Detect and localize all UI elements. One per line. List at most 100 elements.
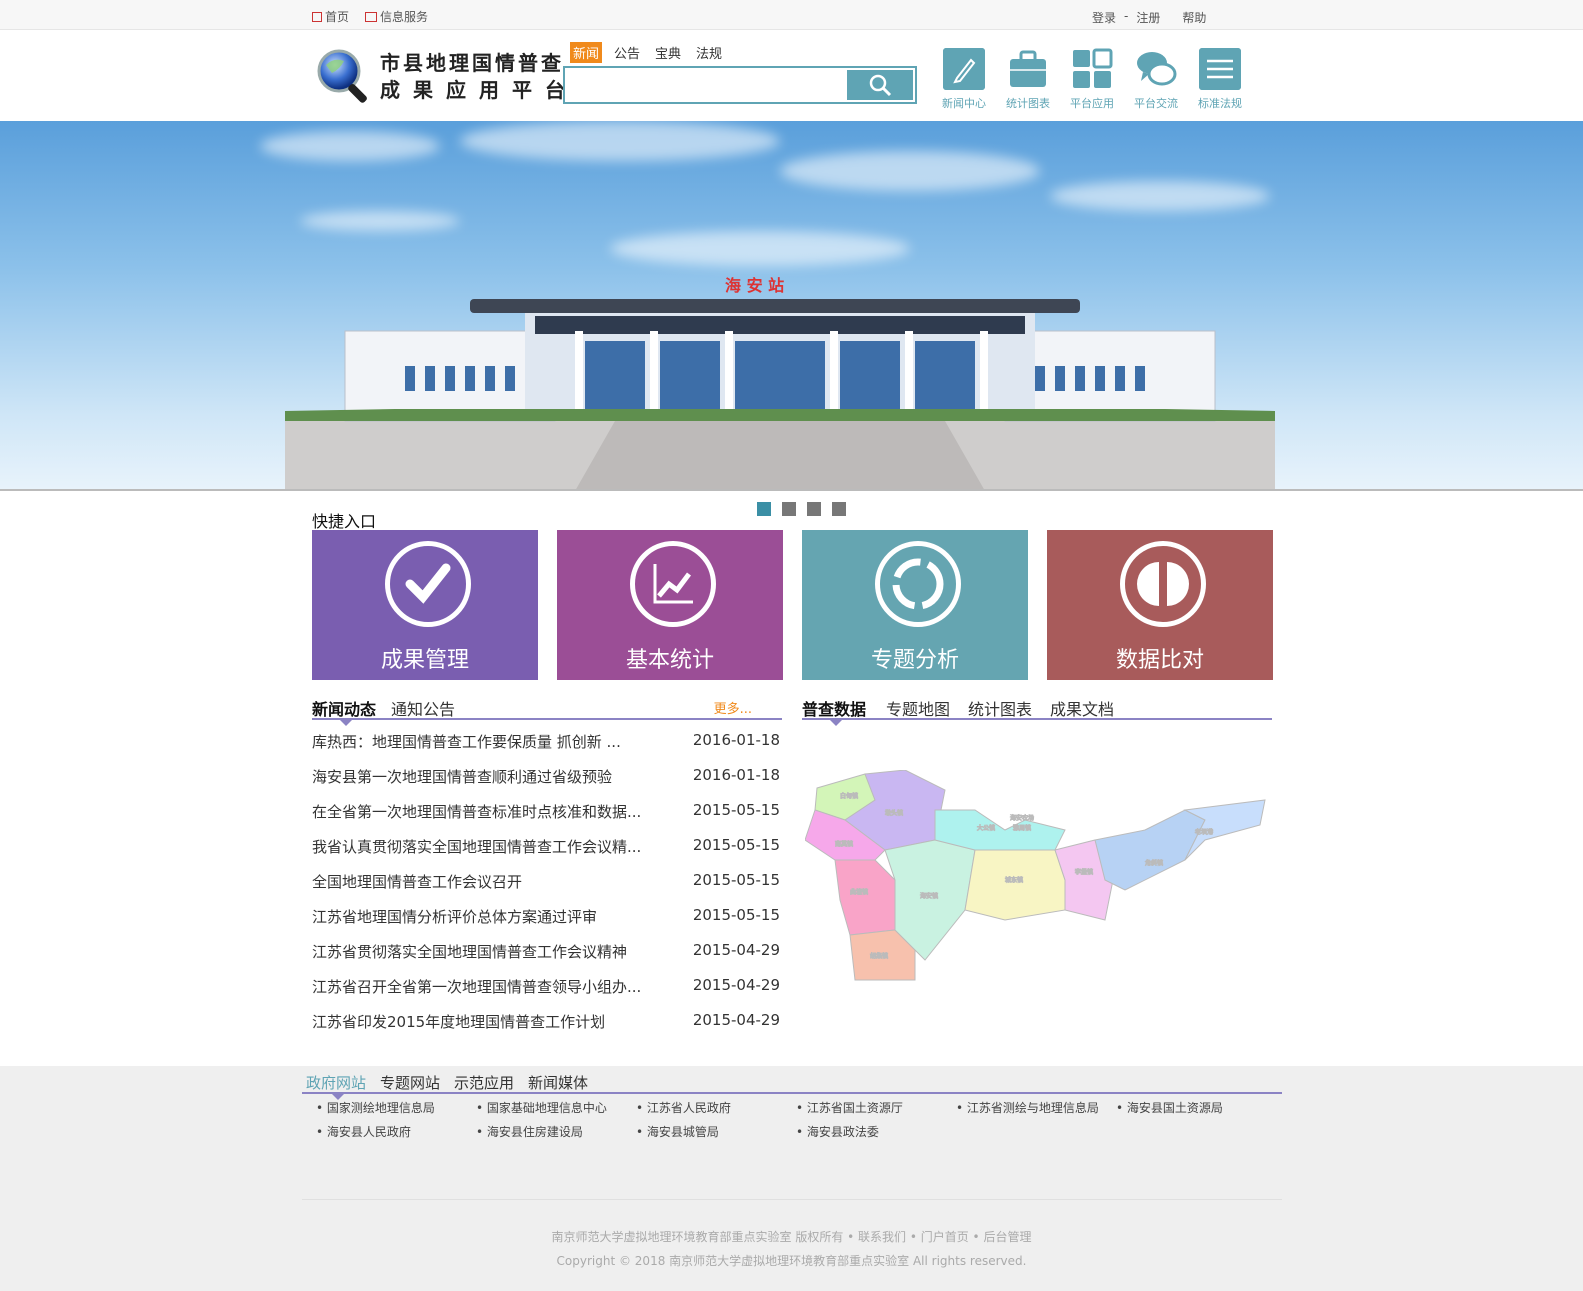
nav-platform-apps[interactable]: 平台应用 — [1064, 48, 1120, 111]
news-title[interactable]: 全国地理国情普查工作会议召开 — [312, 871, 672, 892]
search-tab-notice[interactable]: 公告 — [611, 42, 643, 63]
tile-thematic-analysis[interactable]: 专题分析 — [802, 530, 1028, 680]
news-title[interactable]: 江苏省贯彻落实全国地理国情普查工作会议精神 — [312, 941, 672, 962]
news-item[interactable]: 海安县第一次地理国情普查顺利通过省级预验 2016-01-18 — [312, 766, 782, 801]
footer-link[interactable]: • 海安县国土资源局 — [1116, 1099, 1223, 1116]
news-date: 2015-05-15 — [692, 801, 780, 819]
cloud — [300, 211, 460, 231]
cycle-icon — [875, 541, 961, 627]
slide-dot[interactable] — [782, 502, 796, 516]
search-button[interactable] — [847, 70, 913, 100]
news-date: 2015-04-29 — [692, 941, 780, 959]
help-link[interactable]: 帮助 — [1182, 9, 1206, 26]
quick-entry-tiles: 成果管理 基本统计 专题分析 数据比对 — [312, 530, 1273, 680]
info-service-link[interactable]: 信息服务 — [365, 8, 428, 25]
search-input[interactable] — [567, 70, 845, 100]
tab-demo-apps[interactable]: 示范应用 — [454, 1072, 514, 1093]
news-item[interactable]: 江苏省召开全省第一次地理国情普查领导小组办... 2015-04-29 — [312, 976, 782, 1011]
news-item[interactable]: 库热西：地理国情普查工作要保质量 抓创新 ... 2016-01-18 — [312, 731, 782, 766]
news-title[interactable]: 海安县第一次地理国情普查顺利通过省级预验 — [312, 766, 672, 787]
news-item[interactable]: 我省认真贯彻落实全国地理国情普查工作会议精... 2015-05-15 — [312, 836, 782, 871]
tab-result-docs[interactable]: 成果文档 — [1050, 696, 1114, 720]
tab-gov-sites[interactable]: 政府网站 — [306, 1072, 366, 1093]
top-bar: 首页 信息服务 登录 - 注册 帮助 — [0, 0, 1583, 30]
footer-link[interactable]: • 海安县政法委 — [796, 1123, 879, 1140]
check-icon — [385, 541, 471, 627]
footer-link[interactable]: • 江苏省测绘与地理信息局 — [956, 1099, 1099, 1116]
chart-icon — [630, 541, 716, 627]
home-link[interactable]: 首页 — [312, 8, 349, 25]
news-tabs: 新闻动态 通知公告 更多... — [312, 696, 782, 726]
nav-platform-exchange[interactable]: 平台交流 — [1128, 48, 1184, 111]
cloud — [610, 231, 910, 266]
chat-icon — [1137, 52, 1177, 86]
nav-label: 平台交流 — [1134, 97, 1178, 110]
banner-slideshow[interactable]: 海 安 站 — [0, 121, 1583, 491]
search-tabs: 新闻 公告 宝典 法规 — [570, 42, 725, 63]
separator: - — [1124, 9, 1129, 23]
news-more-link[interactable]: 更多... — [714, 698, 752, 717]
footer-link[interactable]: • 海安县城管局 — [636, 1123, 719, 1140]
tab-thematic-map[interactable]: 专题地图 — [886, 696, 950, 720]
news-item[interactable]: 在全省第一次地理国情普查标准时点核准和数据... 2015-05-15 — [312, 801, 782, 836]
news-title[interactable]: 在全省第一次地理国情普查标准时点核准和数据... — [312, 801, 672, 822]
slide-dot[interactable] — [807, 502, 821, 516]
tile-basic-statistics[interactable]: 基本统计 — [557, 530, 783, 680]
map-label: 曲塘镇 — [850, 888, 868, 896]
map-label: 角斜镇 — [1145, 859, 1163, 867]
news-title[interactable]: 江苏省地理国情分析评价总体方案通过评审 — [312, 906, 672, 927]
tile-label: 基本统计 — [625, 648, 714, 673]
news-title[interactable]: 我省认真贯彻落实全国地理国情普查工作会议精... — [312, 836, 672, 857]
news-title[interactable]: 江苏省召开全省第一次地理国情普查领导小组办... — [312, 976, 672, 997]
map-label: 白甸镇 — [840, 792, 858, 800]
search-tab-law[interactable]: 法规 — [693, 42, 725, 63]
briefcase-icon — [1010, 50, 1046, 87]
login-link[interactable]: 登录 — [1092, 9, 1116, 26]
map-label: 海安镇 — [920, 892, 938, 900]
footer-link[interactable]: • 江苏省国土资源厅 — [796, 1099, 903, 1116]
search-tab-guide[interactable]: 宝典 — [652, 42, 684, 63]
tab-thematic-sites[interactable]: 专题网站 — [380, 1072, 440, 1093]
station-building-image: 海 安 站 — [285, 276, 1275, 489]
tile-results-management[interactable]: 成果管理 — [312, 530, 538, 680]
news-title[interactable]: 库热西：地理国情普查工作要保质量 抓创新 ... — [312, 731, 672, 752]
map-region[interactable] — [1094, 809, 1206, 891]
tile-label: 数据比对 — [1115, 648, 1204, 673]
footer-link[interactable]: • 国家测绘地理信息局 — [316, 1099, 435, 1116]
news-item[interactable]: 江苏省贯彻落实全国地理国情普查工作会议精神 2015-04-29 — [312, 941, 782, 976]
cloud — [460, 121, 780, 161]
map-region[interactable] — [934, 809, 1066, 851]
tab-news[interactable]: 新闻动态 — [312, 696, 376, 720]
slide-dot[interactable] — [757, 502, 771, 516]
footer-link[interactable]: • 海安县住房建设局 — [476, 1123, 583, 1140]
map-label: 老坝港 — [1195, 828, 1213, 836]
cloud — [1050, 181, 1270, 211]
nav-label: 统计图表 — [1006, 97, 1050, 110]
mail-icon — [365, 11, 378, 22]
news-item[interactable]: 全国地理国情普查工作会议召开 2015-05-15 — [312, 871, 782, 906]
tab-notices[interactable]: 通知公告 — [391, 696, 455, 720]
map-label: 墩头镇 — [885, 809, 903, 817]
footer-link[interactable]: • 国家基础地理信息中心 — [476, 1099, 607, 1116]
footer-link[interactable]: • 海安县人民政府 — [316, 1123, 411, 1140]
register-link[interactable]: 注册 — [1136, 9, 1160, 26]
map-region[interactable] — [834, 859, 896, 936]
nav-standards[interactable]: 标准法规 — [1192, 48, 1248, 111]
news-item[interactable]: 江苏省印发2015年度地理国情普查工作计划 2015-04-29 — [312, 1011, 782, 1046]
tab-news-media[interactable]: 新闻媒体 — [528, 1072, 588, 1093]
tile-data-compare[interactable]: 数据比对 — [1047, 530, 1273, 680]
list-icon — [1199, 48, 1241, 90]
map-region[interactable] — [964, 849, 1066, 921]
tab-census-data[interactable]: 普查数据 — [802, 696, 866, 720]
news-title[interactable]: 江苏省印发2015年度地理国情普查工作计划 — [312, 1011, 672, 1032]
nav-stat-charts[interactable]: 统计图表 — [1000, 48, 1056, 111]
tab-stat-charts[interactable]: 统计图表 — [968, 696, 1032, 720]
haian-district-map[interactable]: 白甸镇 墩头镇 南莫镇 大公镇 海安农场 雅周镇 海安镇 城东镇 李堡镇 角斜镇… — [805, 770, 1275, 990]
search-tab-news[interactable]: 新闻 — [570, 42, 603, 63]
slide-dot[interactable] — [832, 502, 846, 516]
nav-label: 标准法规 — [1198, 97, 1242, 110]
grid-icon — [1073, 48, 1113, 88]
footer-link[interactable]: • 江苏省人民政府 — [636, 1099, 731, 1116]
news-item[interactable]: 江苏省地理国情分析评价总体方案通过评审 2015-05-15 — [312, 906, 782, 941]
nav-news-center[interactable]: 新闻中心 — [936, 48, 992, 111]
